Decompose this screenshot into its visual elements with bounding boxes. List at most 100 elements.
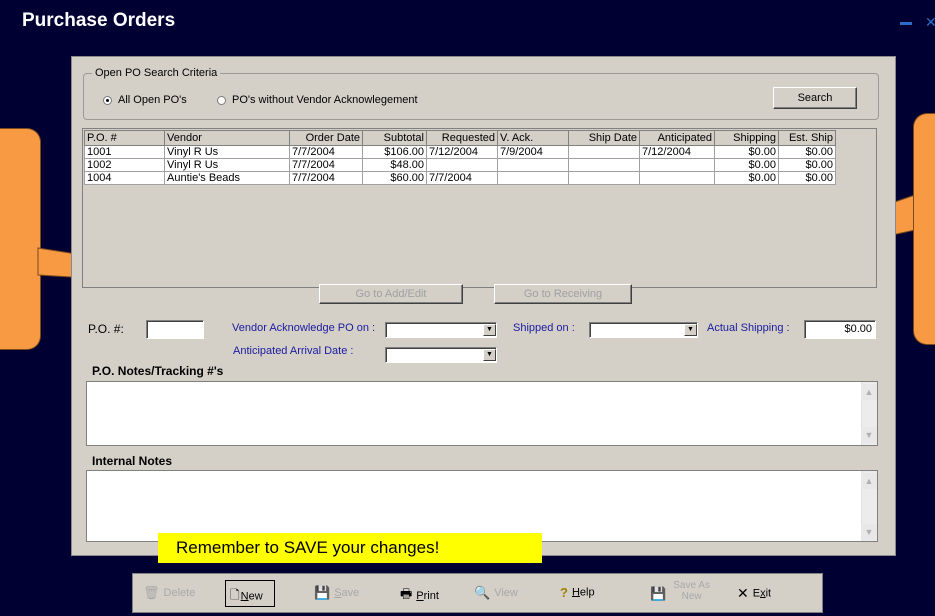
cell-ship-date[interactable] (568, 158, 640, 172)
x-icon: ✕ (737, 585, 749, 601)
cell-vendor[interactable]: Vinyl R Us (164, 158, 290, 172)
scroll-up-icon[interactable]: ▲ (861, 384, 877, 400)
exit-label: Exit (752, 587, 772, 600)
cell-est-ship[interactable]: $0.00 (778, 171, 836, 185)
go-to-add-edit-button[interactable]: Go to Add/Edit (319, 284, 463, 304)
internal-notes-textarea[interactable] (86, 470, 878, 542)
search-button[interactable]: Search (773, 87, 857, 109)
cell-anticipated[interactable] (639, 171, 715, 185)
po-number-field[interactable] (146, 320, 204, 339)
tracking-notes-heading: P.O. Notes/Tracking #'s (92, 364, 224, 378)
col-subtotal[interactable]: Subtotal (362, 130, 427, 146)
search-criteria-legend: Open PO Search Criteria (92, 67, 221, 79)
col-vendor[interactable]: Vendor (164, 130, 290, 146)
disk-icon: 💾 (314, 585, 331, 600)
vendor-ack-label: Vendor Acknowledge PO on : (232, 322, 376, 334)
cell-shipping[interactable]: $0.00 (714, 158, 779, 172)
cell-order-date[interactable]: 7/7/2004 (289, 171, 363, 185)
tracking-notes-textarea[interactable] (86, 381, 878, 446)
cell-ship-date[interactable] (568, 171, 640, 185)
save-as-new-button[interactable]: 💾 Save As New (650, 580, 710, 602)
col-est-ship[interactable]: Est. Ship (778, 130, 836, 146)
shipped-on-date-field[interactable] (589, 322, 698, 338)
print-button[interactable]: 🖶 Print (400, 585, 439, 607)
new-label: New (240, 590, 263, 603)
save-as-new-label-2: New (681, 591, 702, 602)
save-reminder-banner: Remember to SAVE your changes! (158, 533, 542, 563)
radio-without-ack[interactable] (217, 96, 226, 105)
anticipated-arrival-field[interactable] (385, 347, 497, 363)
scroll-down-icon[interactable]: ▼ (861, 427, 877, 443)
chevron-down-icon[interactable]: ▼ (483, 324, 496, 336)
scroll-up-icon[interactable]: ▲ (861, 473, 877, 489)
cell-est-ship[interactable]: $0.00 (778, 145, 836, 159)
cell-shipping[interactable]: $0.00 (714, 145, 779, 159)
help-button[interactable]: ? Help (560, 585, 595, 600)
question-icon: ? (560, 585, 568, 600)
internal-notes-heading: Internal Notes (92, 454, 173, 468)
radio-all-open-pos-label[interactable]: All Open PO's (118, 94, 187, 106)
cell-order-date[interactable]: 7/7/2004 (289, 145, 363, 159)
col-anticipated[interactable]: Anticipated (639, 130, 715, 146)
printer-icon: 🖶 (400, 586, 413, 601)
new-button[interactable]: 🗋New (225, 580, 275, 607)
col-po[interactable]: P.O. # (84, 130, 165, 146)
chevron-down-icon[interactable]: ▼ (483, 349, 496, 361)
actual-shipping-label: Actual Shipping : (707, 322, 790, 334)
table-row[interactable]: 1004 Auntie's Beads 7/7/2004 $60.00 7/7/… (84, 171, 836, 185)
col-v-ack[interactable]: V. Ack. (497, 130, 569, 146)
trash-icon: 🗑 (143, 585, 160, 600)
col-requested[interactable]: Requested (426, 130, 498, 146)
help-label: Help (571, 586, 595, 599)
po-table: P.O. # Vendor Order Date Subtotal Reques… (84, 130, 836, 185)
cell-ship-date[interactable] (568, 145, 640, 159)
cell-po[interactable]: 1001 (84, 145, 165, 159)
save-as-new-label-1: Save As (673, 580, 710, 591)
search-criteria-group (83, 73, 879, 120)
table-row[interactable]: 1001 Vinyl R Us 7/7/2004 $106.00 7/12/20… (84, 145, 836, 159)
cell-anticipated[interactable]: 7/12/2004 (639, 145, 715, 159)
vendor-ack-date-field[interactable] (385, 322, 497, 338)
chevron-down-icon[interactable]: ▼ (684, 324, 697, 336)
cell-v-ack[interactable] (497, 171, 569, 185)
anticipated-arrival-label: Anticipated Arrival Date : (233, 345, 354, 357)
cell-anticipated[interactable] (639, 158, 715, 172)
cell-requested[interactable] (426, 158, 498, 172)
cell-shipping[interactable]: $0.00 (714, 171, 779, 185)
callout-right (913, 113, 935, 345)
actual-shipping-value: $0.00 (844, 323, 872, 335)
radio-all-open-pos[interactable] (103, 96, 112, 105)
cell-requested[interactable]: 7/12/2004 (426, 145, 498, 159)
col-shipping[interactable]: Shipping (714, 130, 779, 146)
col-order-date[interactable]: Order Date (289, 130, 363, 146)
cell-vendor[interactable]: Auntie's Beads (164, 171, 290, 185)
cell-requested[interactable]: 7/7/2004 (426, 171, 498, 185)
cell-order-date[interactable]: 7/7/2004 (289, 158, 363, 172)
table-row[interactable]: 1002 Vinyl R Us 7/7/2004 $48.00 $0.00 $0… (84, 158, 836, 172)
print-label: Print (416, 589, 439, 602)
radio-without-ack-label[interactable]: PO's without Vendor Acknowlegement (232, 94, 418, 106)
exit-button[interactable]: ✕ Exit (737, 585, 771, 602)
cell-subtotal[interactable]: $48.00 (362, 158, 427, 172)
view-button[interactable]: 🔍 View (474, 585, 518, 601)
cell-po[interactable]: 1004 (84, 171, 165, 185)
delete-button[interactable]: 🗑 Delete (143, 585, 195, 601)
col-ship-date[interactable]: Ship Date (568, 130, 640, 146)
cell-po[interactable]: 1002 (84, 158, 165, 172)
save-label: Save (334, 586, 360, 599)
cell-subtotal[interactable]: $60.00 (362, 171, 427, 185)
new-document-icon: 🗋 (230, 588, 240, 602)
po-number-label: P.O. #: (88, 322, 124, 336)
cell-v-ack[interactable]: 7/9/2004 (497, 145, 569, 159)
cell-vendor[interactable]: Vinyl R Us (164, 145, 290, 159)
shipped-on-label: Shipped on : (513, 322, 575, 334)
cell-est-ship[interactable]: $0.00 (778, 158, 836, 172)
delete-label: Delete (163, 586, 196, 599)
cell-subtotal[interactable]: $106.00 (362, 145, 427, 159)
disk-icon: 💾 (650, 586, 667, 601)
go-to-receiving-button[interactable]: Go to Receiving (494, 284, 632, 304)
cell-v-ack[interactable] (497, 158, 569, 172)
view-label: View (494, 586, 518, 599)
scroll-down-icon[interactable]: ▼ (861, 524, 877, 540)
save-button[interactable]: 💾 Save (314, 585, 359, 601)
